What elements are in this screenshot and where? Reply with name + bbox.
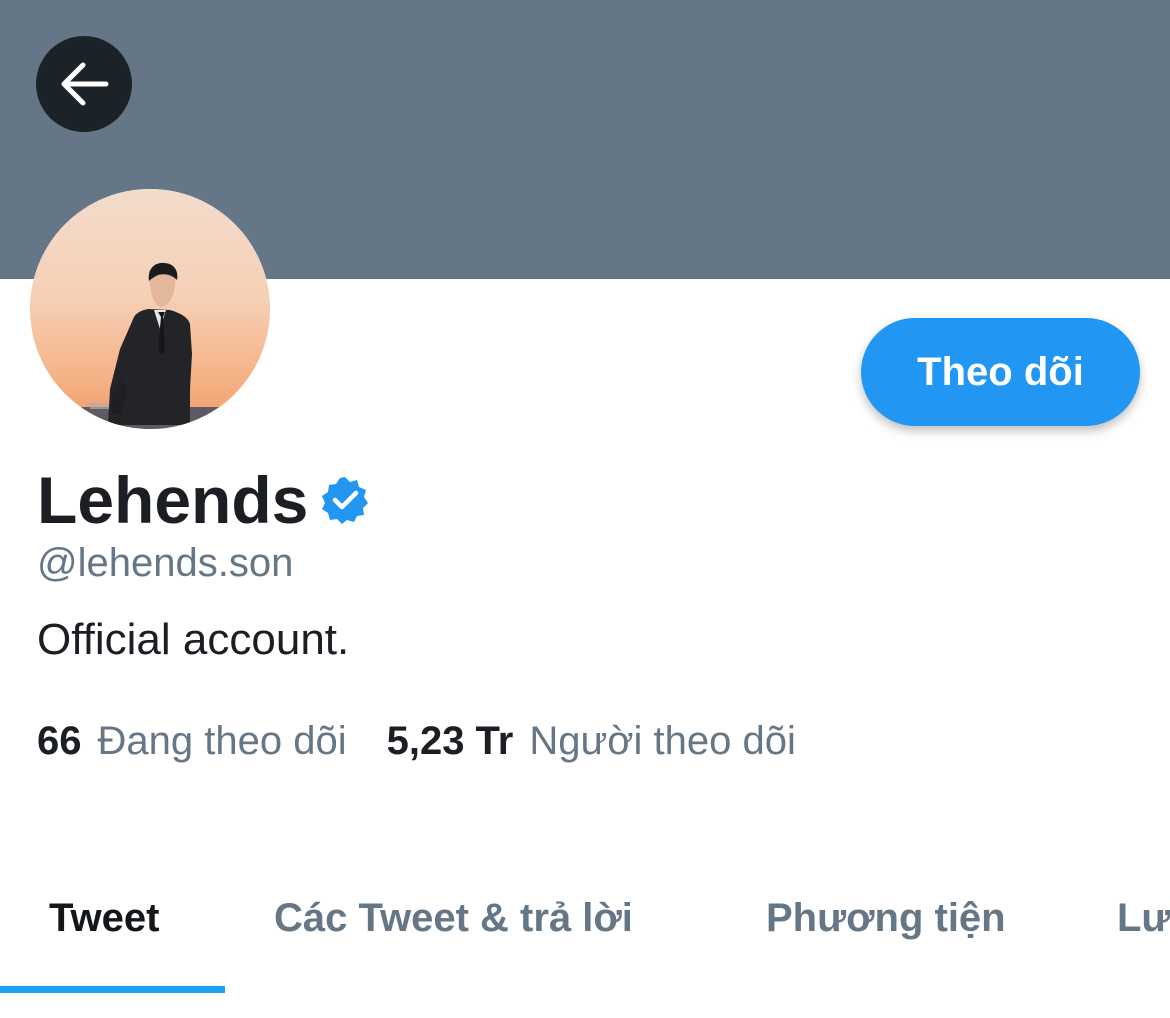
back-button[interactable] (36, 36, 132, 132)
follow-stats: 66 Đang theo dõi 5,23 Tr Người theo dõi (37, 716, 796, 766)
tab-tweets[interactable]: Tweet (49, 860, 159, 976)
following-link[interactable]: 66 Đang theo dõi (37, 716, 347, 766)
avatar-photo (30, 189, 270, 429)
profile-bio: Official account. (37, 615, 350, 664)
tab-tweets-replies[interactable]: Các Tweet & trả lời (274, 860, 633, 976)
active-tab-indicator (0, 986, 225, 993)
follow-button[interactable]: Theo dõi (861, 318, 1140, 426)
followers-count: 5,23 Tr (386, 719, 514, 763)
tab-likes[interactable]: Lượt thích (1117, 860, 1170, 976)
followers-link[interactable]: 5,23 Tr Người theo dõi (387, 716, 796, 766)
verified-badge-icon (320, 475, 370, 525)
profile-tabs: Tweet Các Tweet & trả lời Phương tiện Lư… (0, 860, 1170, 994)
avatar[interactable] (30, 189, 270, 429)
following-label: Đang theo dõi (97, 719, 347, 763)
username-handle: @lehends.son (37, 541, 294, 585)
arrow-left-icon (61, 62, 109, 106)
display-name: Lehends (37, 463, 309, 537)
name-row: Lehends (37, 462, 370, 538)
tab-media[interactable]: Phương tiện (766, 860, 1006, 976)
profile-page: Theo dõi Lehends @lehends.son Official a… (0, 0, 1170, 1018)
followers-label: Người theo dõi (529, 719, 796, 763)
following-count: 66 (37, 719, 82, 763)
